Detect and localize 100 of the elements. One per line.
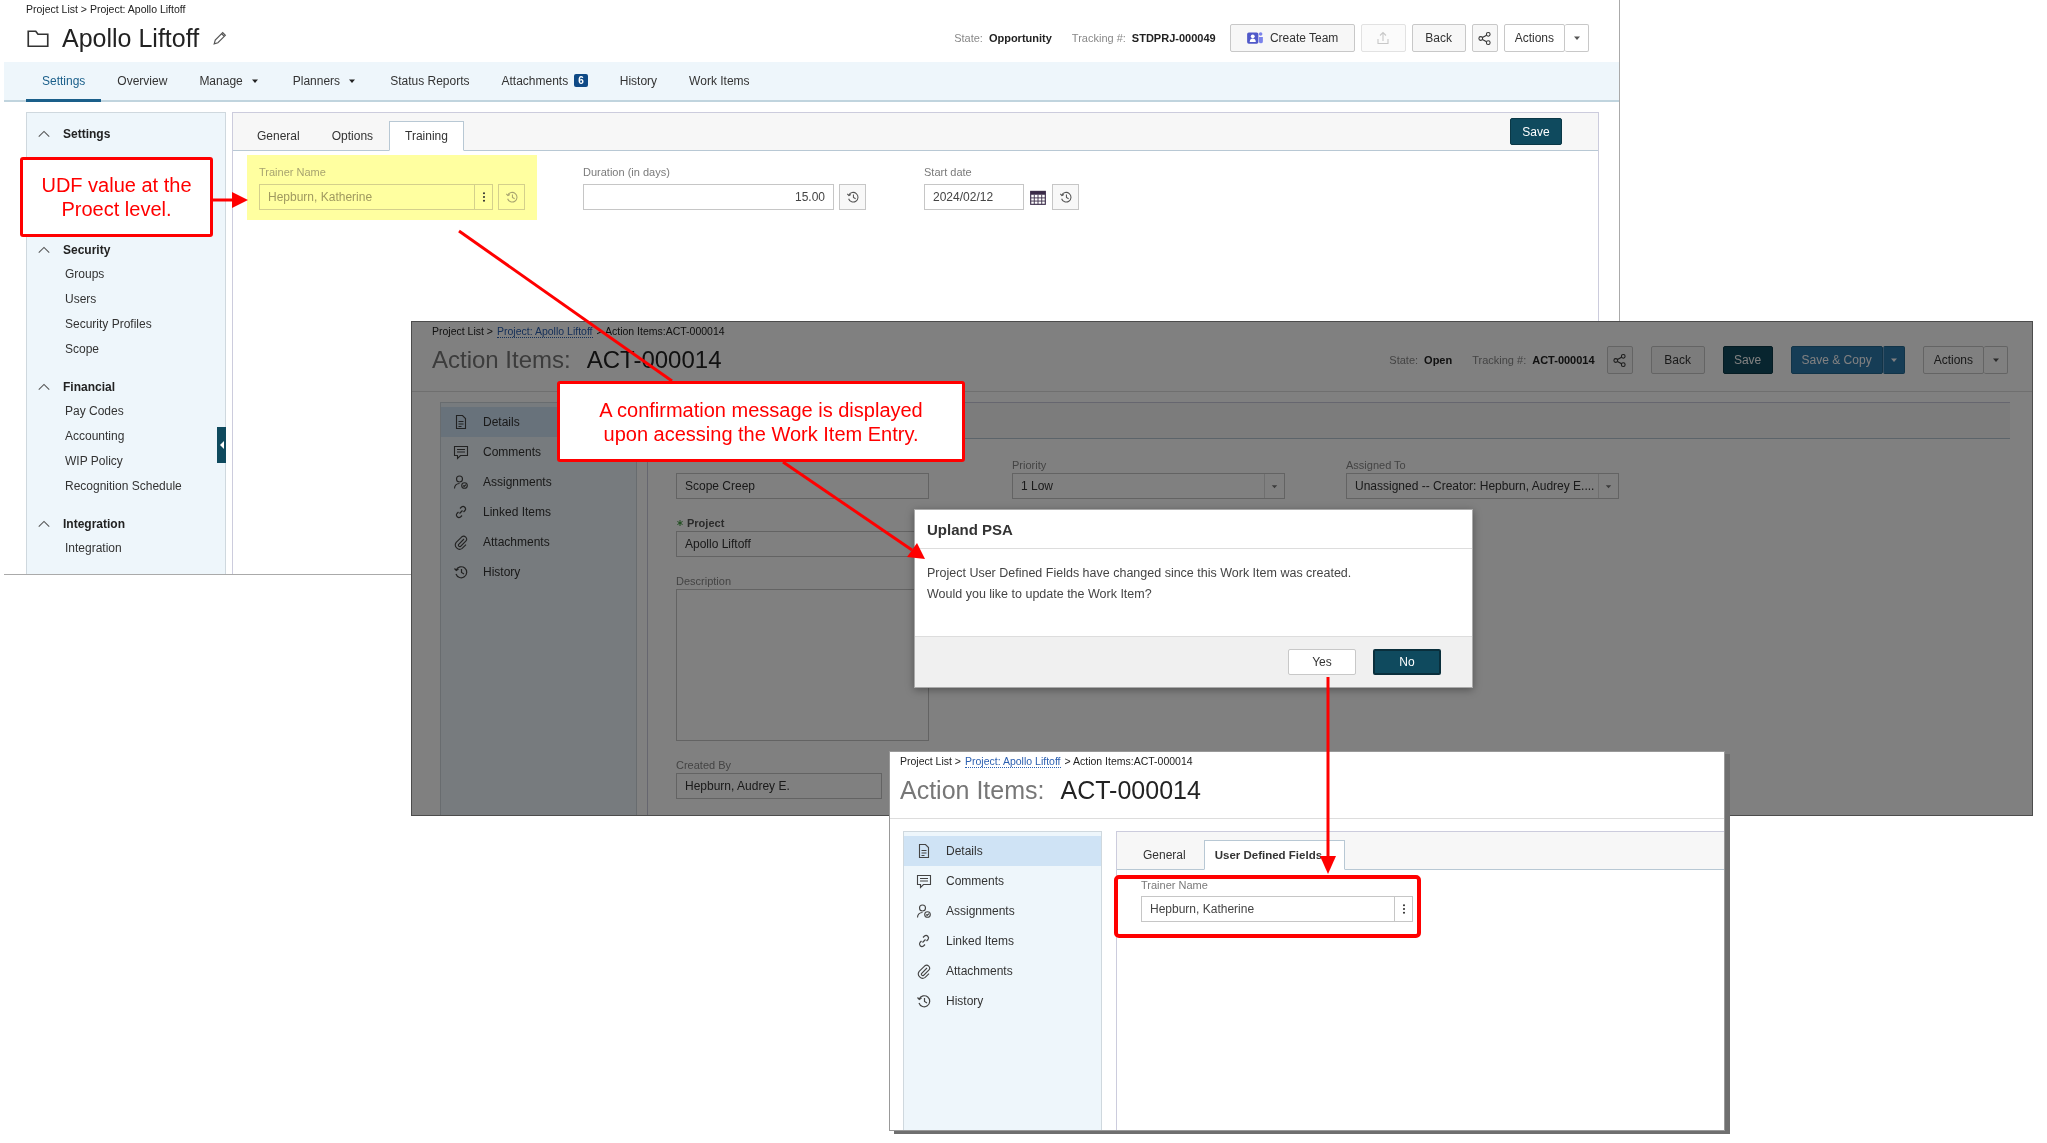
field-label: Description (676, 575, 732, 587)
nav-tab[interactable]: Settings (26, 62, 102, 102)
nav-tab[interactable]: Attachments 6 (485, 62, 604, 102)
person-icon (453, 474, 469, 490)
calendar-icon (1029, 188, 1047, 206)
sidebar-item[interactable]: Assignments (904, 896, 1101, 926)
tab[interactable]: General (241, 121, 316, 151)
actions-button[interactable]: Actions (1922, 346, 1984, 374)
field-label: Trainer Name (1141, 878, 1209, 892)
text-area[interactable] (676, 589, 929, 741)
input-field[interactable]: Hepburn, Audrey E. (676, 773, 882, 799)
section-header[interactable]: Settings (27, 124, 117, 143)
save-button[interactable]: Save (1722, 346, 1773, 374)
sidebar-item[interactable]: History (904, 986, 1101, 1016)
field-label: Assigned To (1346, 459, 1406, 471)
tracking-number: STDPRJ-000049 (1131, 32, 1216, 44)
sidebar-item[interactable]: Recognition Schedule (65, 477, 186, 496)
input-field[interactable]: 15.00 (583, 184, 834, 210)
comment-icon (916, 873, 932, 889)
no-button[interactable]: No (1373, 649, 1441, 675)
tracking-number: ACT-000014 (1532, 354, 1595, 366)
sidebar-item[interactable]: Attachments (441, 527, 556, 557)
dialog-message: Project User Defined Fields have changed since this Work Item was created. (927, 565, 1353, 582)
history-button[interactable] (839, 184, 866, 210)
share-icon (1612, 352, 1628, 368)
comment-icon (453, 444, 469, 460)
sidebar-item[interactable]: WIP Policy (65, 452, 127, 471)
sidebar-item[interactable]: Linked Items (904, 926, 1101, 956)
history-button[interactable] (1052, 184, 1079, 210)
sidebar-item[interactable]: Scope (65, 340, 104, 359)
sidebar-item[interactable]: Accounting (65, 427, 129, 446)
tab[interactable]: User Defined Fields (1203, 840, 1346, 870)
field-value: 1 Low (1021, 479, 1055, 493)
yes-button[interactable]: Yes (1288, 649, 1356, 675)
link-icon (916, 933, 932, 949)
page-title-label: Action Items: (432, 346, 571, 374)
dropdown-button[interactable] (1882, 346, 1905, 374)
sidebar-item[interactable]: Linked Items (441, 497, 558, 527)
sidebar-item[interactable]: Pay Codes (65, 402, 128, 421)
history-icon (845, 190, 860, 204)
input-field[interactable]: Hepburn, Katherine (1141, 896, 1413, 922)
nav-tab[interactable]: History (603, 62, 674, 102)
breadcrumb-text: Project List > (900, 755, 961, 768)
state-value: Opportunity (988, 32, 1052, 44)
state-label: State: (1389, 354, 1419, 366)
tracking-label: Tracking #: (1071, 32, 1126, 44)
tab[interactable]: General (1125, 840, 1204, 870)
history-icon (916, 993, 932, 1009)
dropdown-button[interactable] (1565, 24, 1589, 52)
section-header[interactable]: Integration (27, 514, 131, 533)
select-field[interactable]: 1 Low (1012, 473, 1285, 499)
save-button[interactable]: Save (1510, 118, 1562, 145)
section-header[interactable]: Financial (27, 377, 121, 396)
dialog-message: Would you like to update the Work Item? (927, 586, 1153, 603)
sidebar-item[interactable]: Comments (904, 866, 1101, 896)
nav-tab[interactable]: Manage (183, 62, 277, 102)
sidebar-item[interactable]: History (441, 557, 527, 587)
field-label: Priority (1012, 459, 1047, 471)
team-app-icon (1245, 29, 1264, 47)
export-icon (1375, 30, 1392, 46)
select-field[interactable]: Unassigned -- Creator: Hepburn, Audrey E.... (1346, 473, 1619, 499)
history-icon (453, 564, 469, 580)
history-button[interactable] (498, 184, 525, 210)
required-icon (676, 519, 684, 527)
history-icon (504, 190, 519, 204)
callout: A confirmation message is displayed upon acessing the Work Item Entry. (557, 381, 965, 462)
breadcrumb-link[interactable]: Project: Apollo Liftoff (965, 755, 1061, 768)
field-label: Trainer Name (259, 165, 327, 179)
sidebar-item[interactable]: Details (904, 836, 1101, 866)
sidebar-item[interactable]: Comments (441, 437, 547, 467)
sidebar-item[interactable]: Security Profiles (65, 315, 156, 334)
actions-button[interactable]: Actions (1503, 24, 1565, 52)
tab[interactable]: Options (315, 121, 390, 151)
sidebar-item[interactable]: Details (441, 407, 526, 437)
collapse-handle[interactable] (217, 427, 226, 463)
section-header[interactable]: Security (27, 240, 117, 259)
nav-tab[interactable]: Work Items (673, 62, 766, 102)
nav-tab[interactable]: Status Reports (374, 62, 486, 102)
back-button[interactable]: Back (1411, 24, 1466, 52)
field-label: Project (687, 517, 725, 529)
create-team-button[interactable]: Create Team (1229, 24, 1355, 52)
input-field[interactable]: 2024/02/12 (924, 184, 1024, 210)
nav-tab[interactable]: Overview (101, 62, 184, 102)
input-field[interactable]: Scope Creep (676, 473, 929, 499)
field-label: Created By (676, 759, 732, 771)
sidebar-item[interactable]: Integration (65, 539, 126, 558)
paperclip-icon (453, 534, 469, 550)
callout: UDF value at the Proect level. (20, 157, 213, 237)
sidebar-item[interactable]: Assignments (441, 467, 558, 497)
sidebar-item[interactable]: Users (65, 290, 101, 309)
link-icon (453, 504, 469, 520)
share-button[interactable] (1606, 346, 1633, 374)
dropdown-button[interactable] (1984, 346, 2008, 374)
share-button[interactable] (1471, 24, 1498, 52)
back-button[interactable]: Back (1650, 346, 1705, 374)
nav-tab[interactable]: Planners (276, 62, 375, 102)
sidebar-item[interactable]: Attachments (904, 956, 1101, 986)
tab[interactable]: Training (389, 121, 464, 151)
sidebar-item[interactable]: Groups (65, 265, 109, 284)
page-title: ACT-000014 (1060, 775, 1201, 805)
